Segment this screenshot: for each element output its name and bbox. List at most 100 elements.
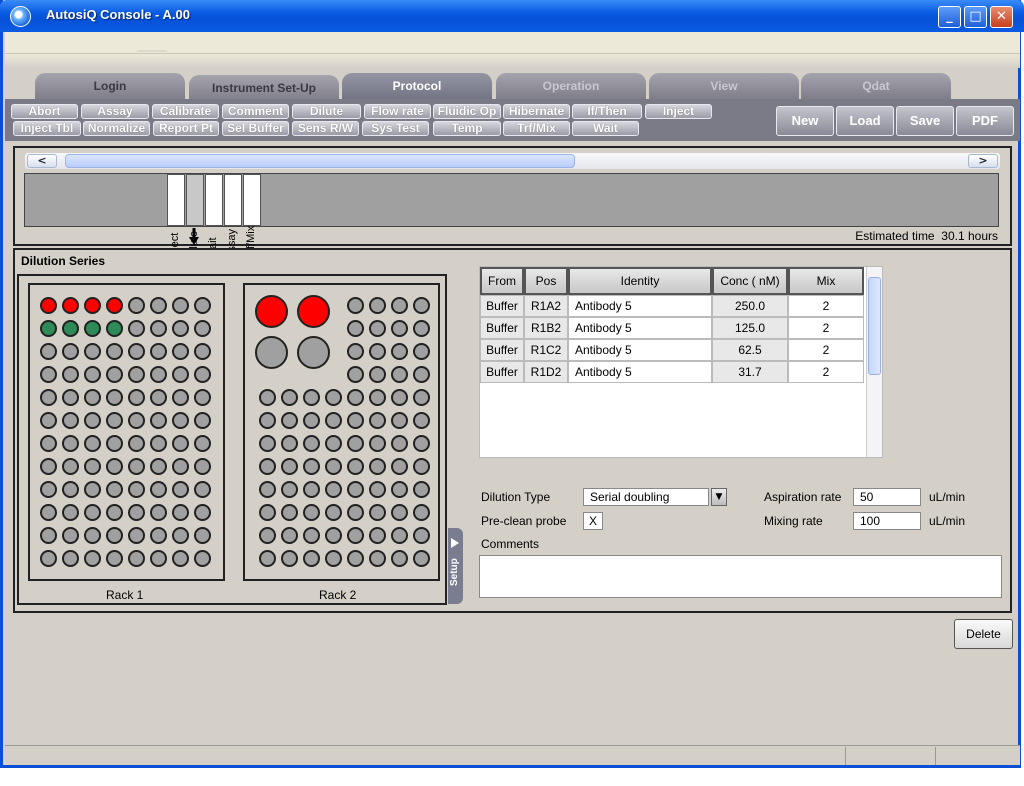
cell-identity[interactable]: Antibody 5 [568,317,712,339]
rack-well[interactable] [150,481,167,498]
rack-well[interactable] [347,389,364,406]
step-wait[interactable]: Wait [205,174,223,259]
rack-well[interactable] [194,297,211,314]
cmd-inject-tbl-button[interactable]: Inject Tbl [13,121,81,136]
rack-well[interactable] [347,550,364,567]
rack-well[interactable] [172,297,189,314]
rack-well[interactable] [128,435,145,452]
preclean-checkbox[interactable]: X [583,512,603,530]
rack-well[interactable] [128,320,145,337]
rack-well[interactable] [303,527,320,544]
cell-identity[interactable]: Antibody 5 [568,295,712,317]
rack-well[interactable] [62,481,79,498]
rack-well[interactable] [62,412,79,429]
rack-well[interactable] [391,550,408,567]
rack-well[interactable] [194,527,211,544]
rack-well[interactable] [172,412,189,429]
rack-well[interactable] [325,550,342,567]
rack-well[interactable] [62,366,79,383]
step-assay[interactable]: Assay [224,174,242,259]
rack-well[interactable] [40,297,57,314]
rack-well[interactable] [369,550,386,567]
rack-well[interactable] [84,504,101,521]
cell-identity[interactable]: Antibody 5 [568,361,712,383]
save-button[interactable]: Save [896,106,954,136]
rack-well[interactable] [62,458,79,475]
rack-well[interactable] [391,320,408,337]
rack-well[interactable] [40,481,57,498]
rack-well[interactable] [106,343,123,360]
rack-well[interactable] [281,435,298,452]
rack-well[interactable] [303,481,320,498]
rack-well[interactable] [413,481,430,498]
rack-well[interactable] [347,481,364,498]
rack-well[interactable] [369,504,386,521]
rack-well[interactable] [62,435,79,452]
rack-well[interactable] [347,343,364,360]
rack-well[interactable] [172,389,189,406]
rack-well[interactable] [84,481,101,498]
rack-well[interactable] [303,458,320,475]
col-pos[interactable]: Pos [524,267,568,295]
rack-well[interactable] [150,435,167,452]
rack-well[interactable] [325,412,342,429]
maximize-button[interactable]: □ [964,6,987,28]
rack-well[interactable] [106,297,123,314]
cmd-trf-mix-button[interactable]: Trf/Mix [503,121,570,136]
rack-well[interactable] [325,527,342,544]
rack-well[interactable] [259,527,276,544]
rack-well[interactable] [106,458,123,475]
rack-well[interactable] [128,458,145,475]
rack-well[interactable] [281,412,298,429]
rack-well[interactable] [62,504,79,521]
rack-well[interactable] [84,320,101,337]
cell-conc[interactable]: 62.5 [712,339,788,361]
rack-well[interactable] [84,527,101,544]
aspiration-rate-input[interactable]: 50 [853,488,921,506]
minimize-button[interactable]: _ [938,6,961,28]
rack-well[interactable] [391,458,408,475]
rack-well[interactable] [369,320,386,337]
comments-textarea[interactable] [479,555,1002,598]
rack-well[interactable] [391,412,408,429]
rack-well[interactable] [62,343,79,360]
rack-well[interactable] [325,458,342,475]
rack-well[interactable] [194,504,211,521]
cell-identity[interactable]: Antibody 5 [568,339,712,361]
rack-well[interactable] [369,366,386,383]
rack-well[interactable] [172,320,189,337]
rack-well[interactable] [172,481,189,498]
rack-well[interactable] [40,504,57,521]
rack-well[interactable] [281,481,298,498]
rack-well[interactable] [150,527,167,544]
rack-well[interactable] [84,366,101,383]
rack-well[interactable] [281,504,298,521]
rack-well[interactable] [347,458,364,475]
scroll-thumb[interactable] [65,154,575,168]
rack-well[interactable] [172,343,189,360]
cmd-abort-button[interactable]: Abort [11,104,78,119]
rack-well[interactable] [391,366,408,383]
rack-well[interactable] [347,366,364,383]
rack-well[interactable] [40,527,57,544]
tab-login[interactable]: Login [35,73,185,101]
rack-well[interactable] [391,389,408,406]
rack-well[interactable] [40,458,57,475]
rack-well[interactable] [347,504,364,521]
rack-well[interactable] [413,458,430,475]
rack-well[interactable] [40,343,57,360]
scroll-thumb[interactable] [868,277,881,375]
rack-well[interactable] [303,550,320,567]
rack-well[interactable] [84,297,101,314]
cell-pos[interactable]: R1C2 [524,339,568,361]
rack-well[interactable] [172,435,189,452]
tab-qdat[interactable]: Qdat [801,73,951,101]
rack-well[interactable] [128,297,145,314]
rack-well[interactable] [128,343,145,360]
rack-well[interactable] [194,481,211,498]
load-button[interactable]: Load [836,106,894,136]
rack-well[interactable] [369,412,386,429]
cmd-sens-rw-button[interactable]: Sens R/W [292,121,359,136]
tab-operation[interactable]: Operation [496,73,646,101]
rack-well[interactable] [62,389,79,406]
